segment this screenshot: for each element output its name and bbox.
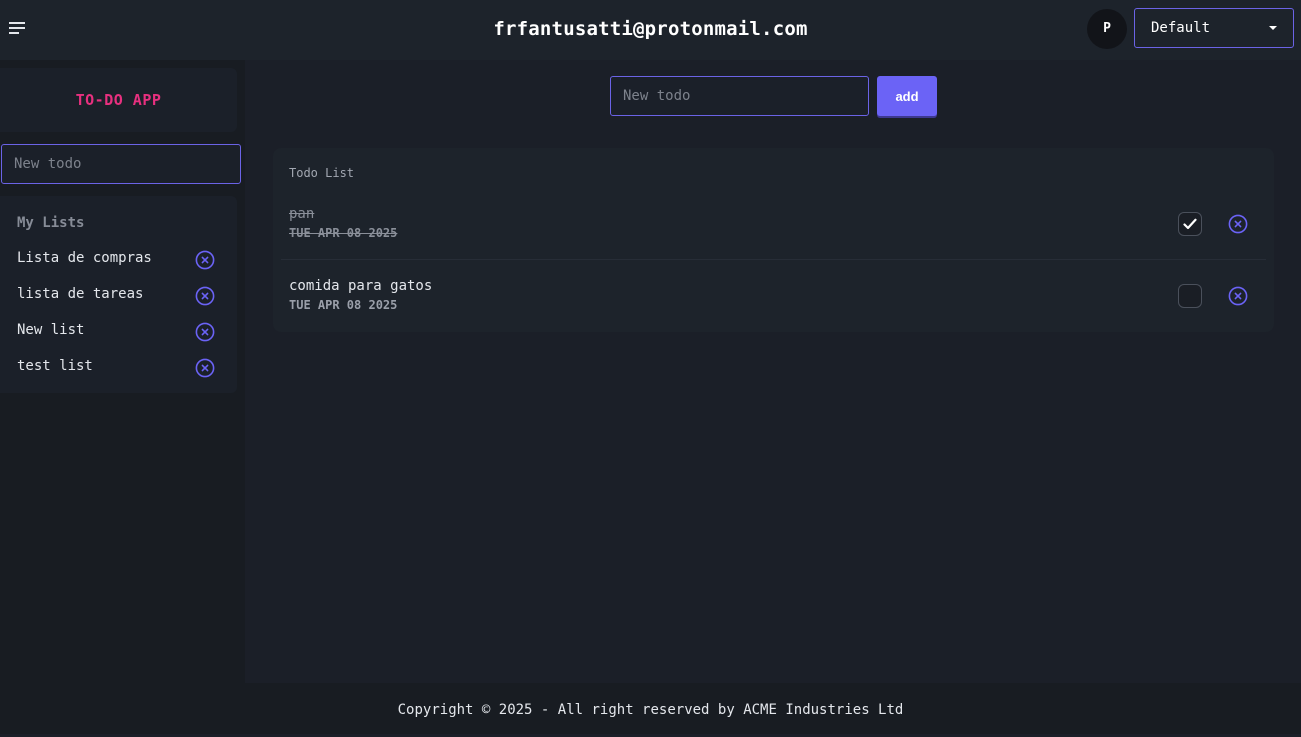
list-item-label: New list	[17, 322, 85, 338]
todo-item: comida para gatos TUE APR 08 2025	[281, 260, 1266, 330]
sidebar-new-todo-input[interactable]	[1, 144, 241, 184]
x-circle-icon[interactable]	[1228, 286, 1248, 306]
checkmark-icon	[1183, 218, 1197, 230]
theme-select-value: Default	[1151, 20, 1211, 36]
top-bar: frfantusatti@protonmail.com P Default	[0, 0, 1301, 60]
sidebar-list-item[interactable]: New list	[0, 314, 237, 350]
list-item-label: test list	[17, 358, 93, 374]
x-circle-icon[interactable]	[1228, 214, 1248, 234]
list-item-label: Lista de compras	[17, 250, 152, 266]
menu-button[interactable]	[6, 18, 28, 38]
caret-down-icon	[1269, 26, 1277, 30]
todo-date: TUE APR 08 2025	[289, 298, 398, 312]
x-circle-icon[interactable]	[195, 286, 215, 306]
todo-list-title: Todo List	[289, 166, 355, 180]
todo-done-checkbox[interactable]	[1178, 212, 1202, 236]
x-circle-icon[interactable]	[195, 322, 215, 342]
menu-lines-icon	[9, 22, 25, 34]
todo-name: comida para gatos	[289, 278, 433, 294]
x-circle-icon[interactable]	[195, 250, 215, 270]
avatar[interactable]: P	[1087, 9, 1127, 49]
my-lists-heading: My Lists	[17, 215, 85, 231]
todo-list-card: Todo List pan TUE APR 08 2025 comida par…	[273, 148, 1274, 332]
footer: Copyright © 2025 - All right reserved by…	[0, 683, 1301, 734]
new-todo-input[interactable]	[610, 76, 869, 116]
todo-date: TUE APR 08 2025	[289, 226, 398, 240]
list-item-label: lista de tareas	[17, 286, 144, 302]
todo-done-checkbox[interactable]	[1178, 284, 1202, 308]
my-lists-panel: My Lists Lista de compras lista de tarea…	[0, 196, 237, 393]
sidebar: TO-DO APP My Lists Lista de compras list…	[0, 60, 245, 683]
sidebar-list-item[interactable]: Lista de compras	[0, 242, 237, 278]
sidebar-list-item[interactable]: test list	[0, 350, 237, 386]
copyright-text: Copyright © 2025 - All right reserved by…	[397, 702, 904, 718]
todo-item: pan TUE APR 08 2025	[281, 190, 1266, 260]
todo-name: pan	[289, 206, 315, 222]
add-todo-button[interactable]: add	[877, 76, 937, 116]
sidebar-list-item[interactable]: lista de tareas	[0, 278, 237, 314]
theme-select[interactable]: Default	[1134, 8, 1294, 48]
x-circle-icon[interactable]	[195, 358, 215, 378]
app-brand: TO-DO APP	[0, 68, 237, 132]
